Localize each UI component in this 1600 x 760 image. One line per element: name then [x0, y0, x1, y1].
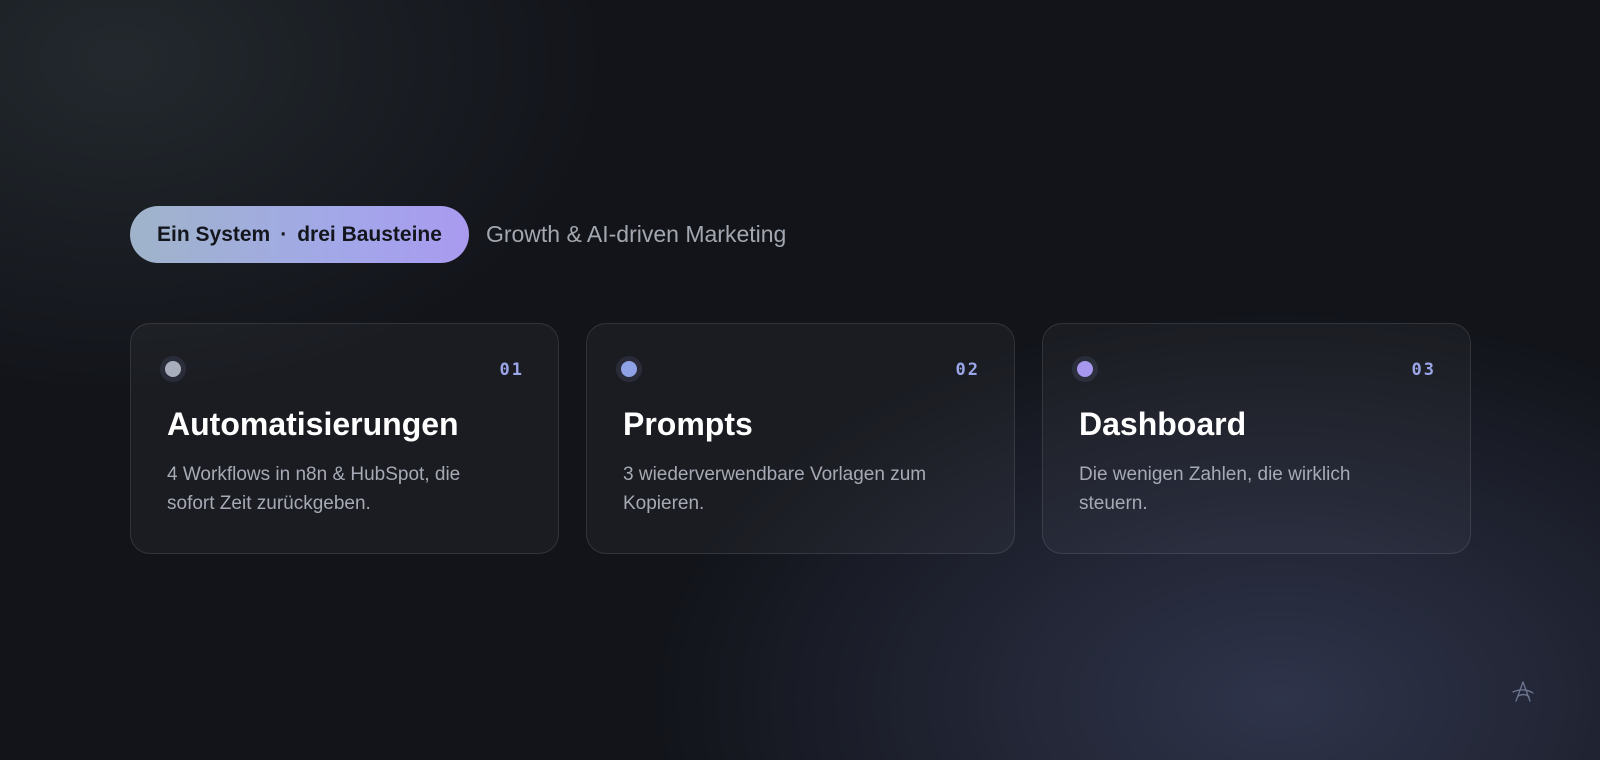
card-title: Prompts [623, 406, 753, 442]
status-dot-icon [621, 361, 637, 377]
card-number: 02 [955, 360, 980, 380]
header-row: Ein System · drei Bausteine Growth & AI-… [130, 206, 786, 263]
card-number: 03 [1411, 360, 1436, 380]
card-description: 4 Workflows in n8n & HubSpot, die sofort… [167, 464, 461, 514]
brand-logo-icon [1512, 681, 1534, 702]
section-badge: Ein System · drei Bausteine [130, 206, 469, 263]
card-automatisierungen: 01 Automatisierungen 4 Workflows in n8n … [130, 323, 559, 554]
card-dashboard: 03 Dashboard Die wenigen Zahlen, die wir… [1042, 323, 1471, 554]
card-prompts: 02 Prompts 3 wiederverwendbare Vorlagen … [586, 323, 1015, 554]
card-list: 01 Automatisierungen 4 Workflows in n8n … [130, 323, 1471, 554]
card-description: Die wenigen Zahlen, die wirklich steuern… [1079, 464, 1351, 514]
tagline: Growth & AI-driven Marketing [485, 221, 787, 247]
card-title: Dashboard [1079, 406, 1247, 442]
badge-label-system: Ein System [157, 222, 271, 246]
card-number: 01 [499, 360, 524, 380]
card-description: 3 wiederverwendbare Vorlagen zum Kopiere… [623, 464, 927, 514]
status-dot-icon [1077, 361, 1093, 377]
card-title: Automatisierungen [167, 406, 459, 442]
status-dot-icon [165, 361, 181, 377]
badge-label-blocks: drei Bausteine [297, 222, 442, 246]
badge-separator: · [280, 222, 288, 246]
